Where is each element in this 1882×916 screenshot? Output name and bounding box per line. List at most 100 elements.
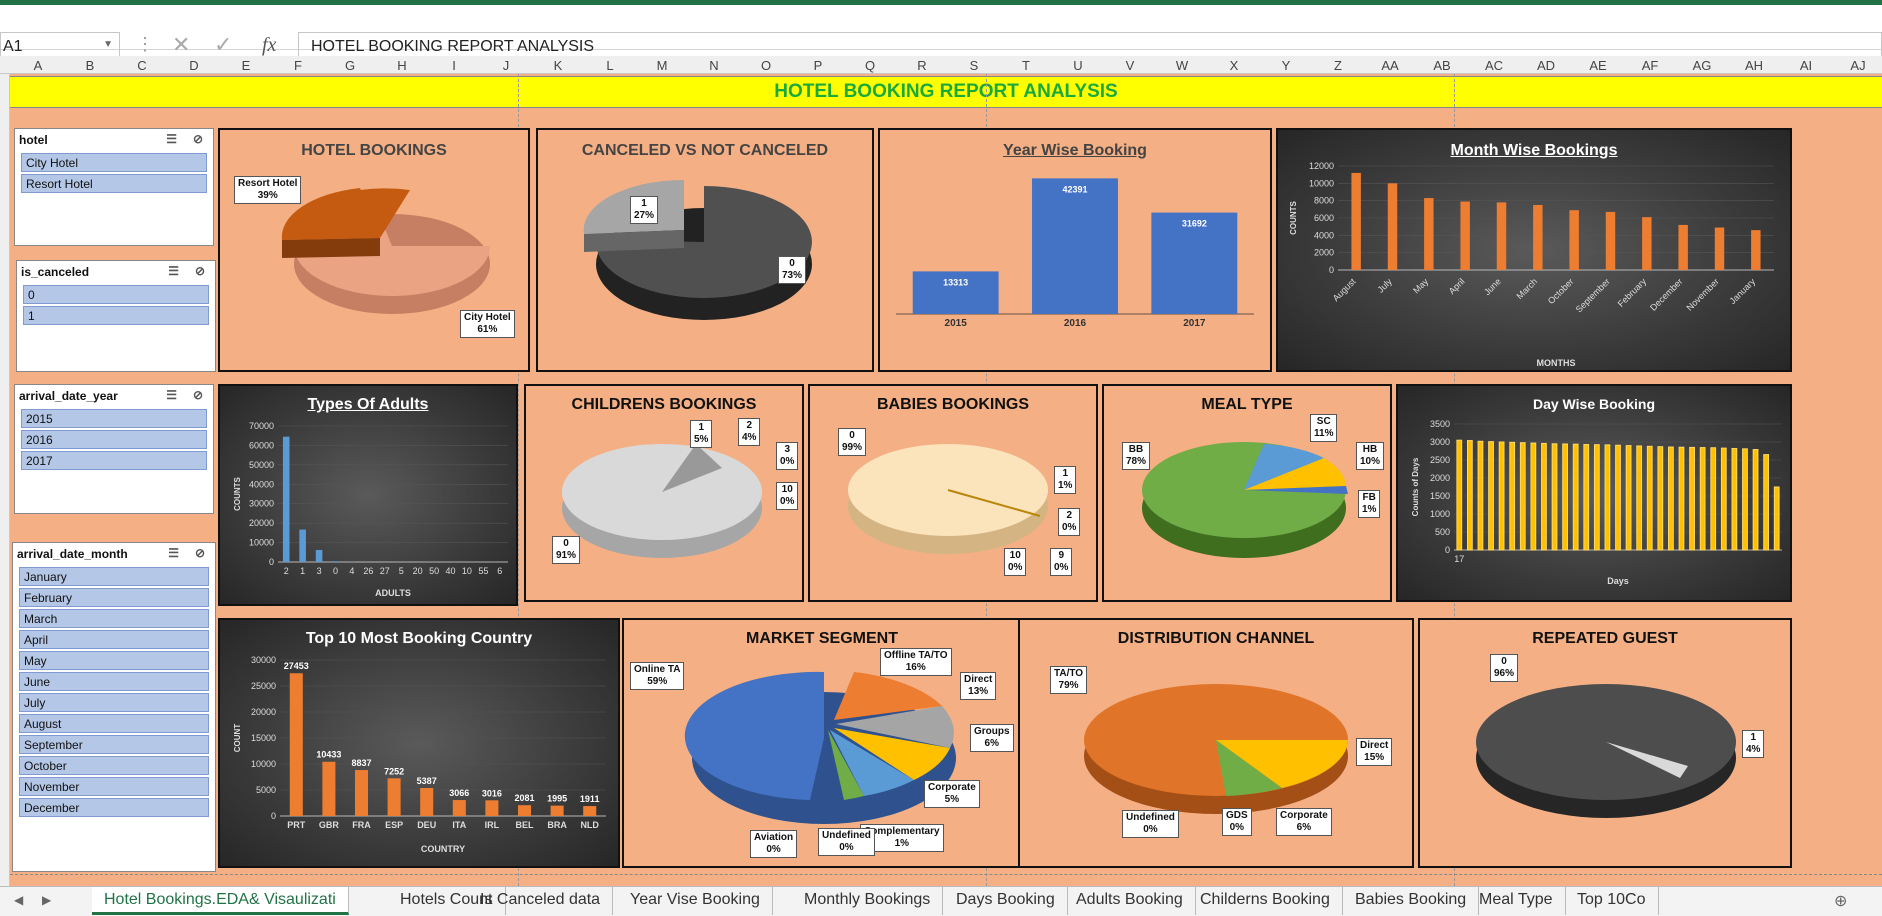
clear-filter-icon[interactable]: ⊘ bbox=[195, 546, 205, 560]
adults-chart[interactable]: Types Of Adults 0 10000 20000 30000 40000 500… bbox=[218, 384, 518, 606]
bar[interactable] bbox=[332, 561, 339, 562]
column-header[interactable]: AC bbox=[1468, 58, 1520, 73]
multi-select-icon[interactable]: ☰ bbox=[166, 132, 177, 146]
bar[interactable] bbox=[1593, 444, 1600, 551]
slicer-item[interactable]: 1 bbox=[23, 306, 209, 325]
bar[interactable] bbox=[1496, 202, 1507, 270]
column-header[interactable]: F bbox=[272, 58, 324, 73]
slicer-item[interactable]: March bbox=[19, 609, 209, 628]
clear-filter-icon[interactable]: ⊘ bbox=[193, 388, 203, 402]
bar[interactable] bbox=[1731, 447, 1738, 551]
column-header[interactable]: J bbox=[480, 58, 532, 73]
year-booking-chart[interactable]: Year Wise Booking 13313 2015 42391 2016 3169… bbox=[878, 128, 1272, 372]
month-booking-chart[interactable]: Month Wise Bookings 0 2000 4000 6000 8000 100… bbox=[1276, 128, 1792, 372]
slicer-item[interactable]: May bbox=[19, 651, 209, 670]
bar[interactable] bbox=[1752, 449, 1759, 551]
day-booking-chart[interactable]: Day Wise Booking 0 500 1000 1500 2000 2500 300… bbox=[1396, 384, 1792, 602]
column-header[interactable]: AG bbox=[1676, 58, 1728, 73]
bar[interactable] bbox=[1605, 211, 1616, 270]
bar[interactable] bbox=[1456, 439, 1463, 551]
bar[interactable] bbox=[1541, 442, 1547, 551]
distribution-channel-chart[interactable]: DISTRIBUTION CHANNEL TA/TO 79% Direct 15% … bbox=[1018, 618, 1414, 868]
slicer-item[interactable]: August bbox=[19, 714, 209, 733]
multi-select-icon[interactable]: ☰ bbox=[168, 546, 179, 560]
bar[interactable] bbox=[1689, 446, 1695, 551]
bar[interactable] bbox=[387, 778, 401, 816]
bar[interactable] bbox=[1569, 210, 1579, 270]
bar[interactable] bbox=[1351, 172, 1361, 270]
column-header[interactable]: Y bbox=[1260, 58, 1312, 73]
bar[interactable] bbox=[1720, 447, 1727, 551]
column-header[interactable]: H bbox=[376, 58, 428, 73]
bar[interactable] bbox=[1678, 224, 1688, 270]
bar[interactable] bbox=[1710, 447, 1717, 551]
bar[interactable] bbox=[315, 549, 323, 562]
multi-select-icon[interactable]: ☰ bbox=[166, 388, 177, 402]
children-chart[interactable]: CHILDRENS BOOKINGS 1 5% 2 4% 3 0% 10 0% 0 91% bbox=[524, 384, 804, 602]
column-header[interactable]: AA bbox=[1364, 58, 1416, 73]
slicer-item[interactable]: 2016 bbox=[21, 430, 207, 449]
bar[interactable] bbox=[1572, 443, 1579, 551]
bar[interactable] bbox=[1615, 444, 1621, 551]
sheet-tab[interactable]: Meal Type bbox=[1467, 887, 1566, 915]
cancel-icon[interactable]: ✕ bbox=[172, 32, 190, 58]
bar[interactable] bbox=[1387, 183, 1398, 270]
bar[interactable] bbox=[1466, 440, 1473, 551]
bar[interactable] bbox=[1488, 441, 1494, 551]
sheet-tab[interactable]: Monthly Bookings bbox=[792, 887, 944, 915]
bar[interactable] bbox=[550, 805, 564, 816]
bar[interactable] bbox=[1646, 445, 1653, 551]
slicer-item[interactable]: Resort Hotel bbox=[21, 174, 207, 193]
prev-sheet-icon[interactable]: ◀ bbox=[14, 893, 23, 907]
canceled-chart[interactable]: CANCELED VS NOT CANCELED 1 27% 0 73% bbox=[536, 128, 874, 372]
bar[interactable] bbox=[1498, 441, 1505, 551]
column-header[interactable]: Z bbox=[1312, 58, 1364, 73]
column-header[interactable]: C bbox=[116, 58, 168, 73]
sheet-tab[interactable]: Childerns Booking bbox=[1188, 887, 1343, 915]
bar[interactable] bbox=[1583, 444, 1590, 551]
slicer-item[interactable]: January bbox=[19, 567, 209, 586]
bar[interactable] bbox=[1460, 201, 1470, 270]
column-header[interactable]: U bbox=[1052, 58, 1104, 73]
column-header[interactable]: D bbox=[168, 58, 220, 73]
bar[interactable] bbox=[1742, 448, 1748, 551]
column-header[interactable]: W bbox=[1156, 58, 1208, 73]
bar[interactable] bbox=[1604, 444, 1611, 551]
bar[interactable] bbox=[517, 805, 532, 816]
column-header[interactable]: AF bbox=[1624, 58, 1676, 73]
column-header[interactable]: P bbox=[792, 58, 844, 73]
slicer-item[interactable]: December bbox=[19, 798, 209, 817]
bar[interactable] bbox=[1678, 446, 1685, 551]
slicer-item[interactable]: October bbox=[19, 756, 209, 775]
chevron-down-icon[interactable]: ▼ bbox=[103, 39, 113, 50]
hotel-bookings-chart[interactable]: HOTEL BOOKINGS Resort Hotel 39% City Hote… bbox=[218, 128, 530, 372]
column-header[interactable]: X bbox=[1208, 58, 1260, 73]
slicer-item[interactable]: July bbox=[19, 693, 209, 712]
slicer-item[interactable]: 2017 bbox=[21, 451, 207, 470]
column-header[interactable]: AD bbox=[1520, 58, 1572, 73]
column-header[interactable]: O bbox=[740, 58, 792, 73]
enter-icon[interactable]: ✓ bbox=[214, 32, 232, 58]
bar[interactable] bbox=[1562, 443, 1568, 551]
slicer-0[interactable]: hotel ☰ ⊘ City Hotel Resort Hotel bbox=[14, 128, 214, 246]
bar[interactable] bbox=[1699, 447, 1706, 551]
bar[interactable] bbox=[299, 529, 306, 562]
sheet-tab[interactable]: Year Vise Booking bbox=[618, 887, 773, 915]
column-header[interactable]: N bbox=[688, 58, 740, 73]
bar[interactable] bbox=[1636, 445, 1643, 551]
bar[interactable] bbox=[289, 673, 303, 816]
slicer-item[interactable]: June bbox=[19, 672, 209, 691]
column-header[interactable]: AB bbox=[1416, 58, 1468, 73]
bar[interactable] bbox=[1530, 442, 1537, 551]
market-segment-chart[interactable]: MARKET SEGMENT Online TA 59% Offline TA/T… bbox=[622, 618, 1022, 868]
bar[interactable] bbox=[1551, 443, 1558, 551]
column-header[interactable]: AI bbox=[1780, 58, 1832, 73]
repeated-guest-chart[interactable]: REPEATED GUEST 0 96% 1 4% bbox=[1418, 618, 1792, 868]
bar[interactable] bbox=[1533, 205, 1543, 270]
multi-select-icon[interactable]: ☰ bbox=[168, 264, 179, 278]
slicer-3[interactable]: arrival_date_month ☰ ⊘ January February March… bbox=[12, 542, 216, 872]
bar[interactable] bbox=[583, 806, 597, 816]
slicer-item[interactable]: 2015 bbox=[21, 409, 207, 428]
clear-filter-icon[interactable]: ⊘ bbox=[195, 264, 205, 278]
bar[interactable] bbox=[1657, 446, 1664, 551]
